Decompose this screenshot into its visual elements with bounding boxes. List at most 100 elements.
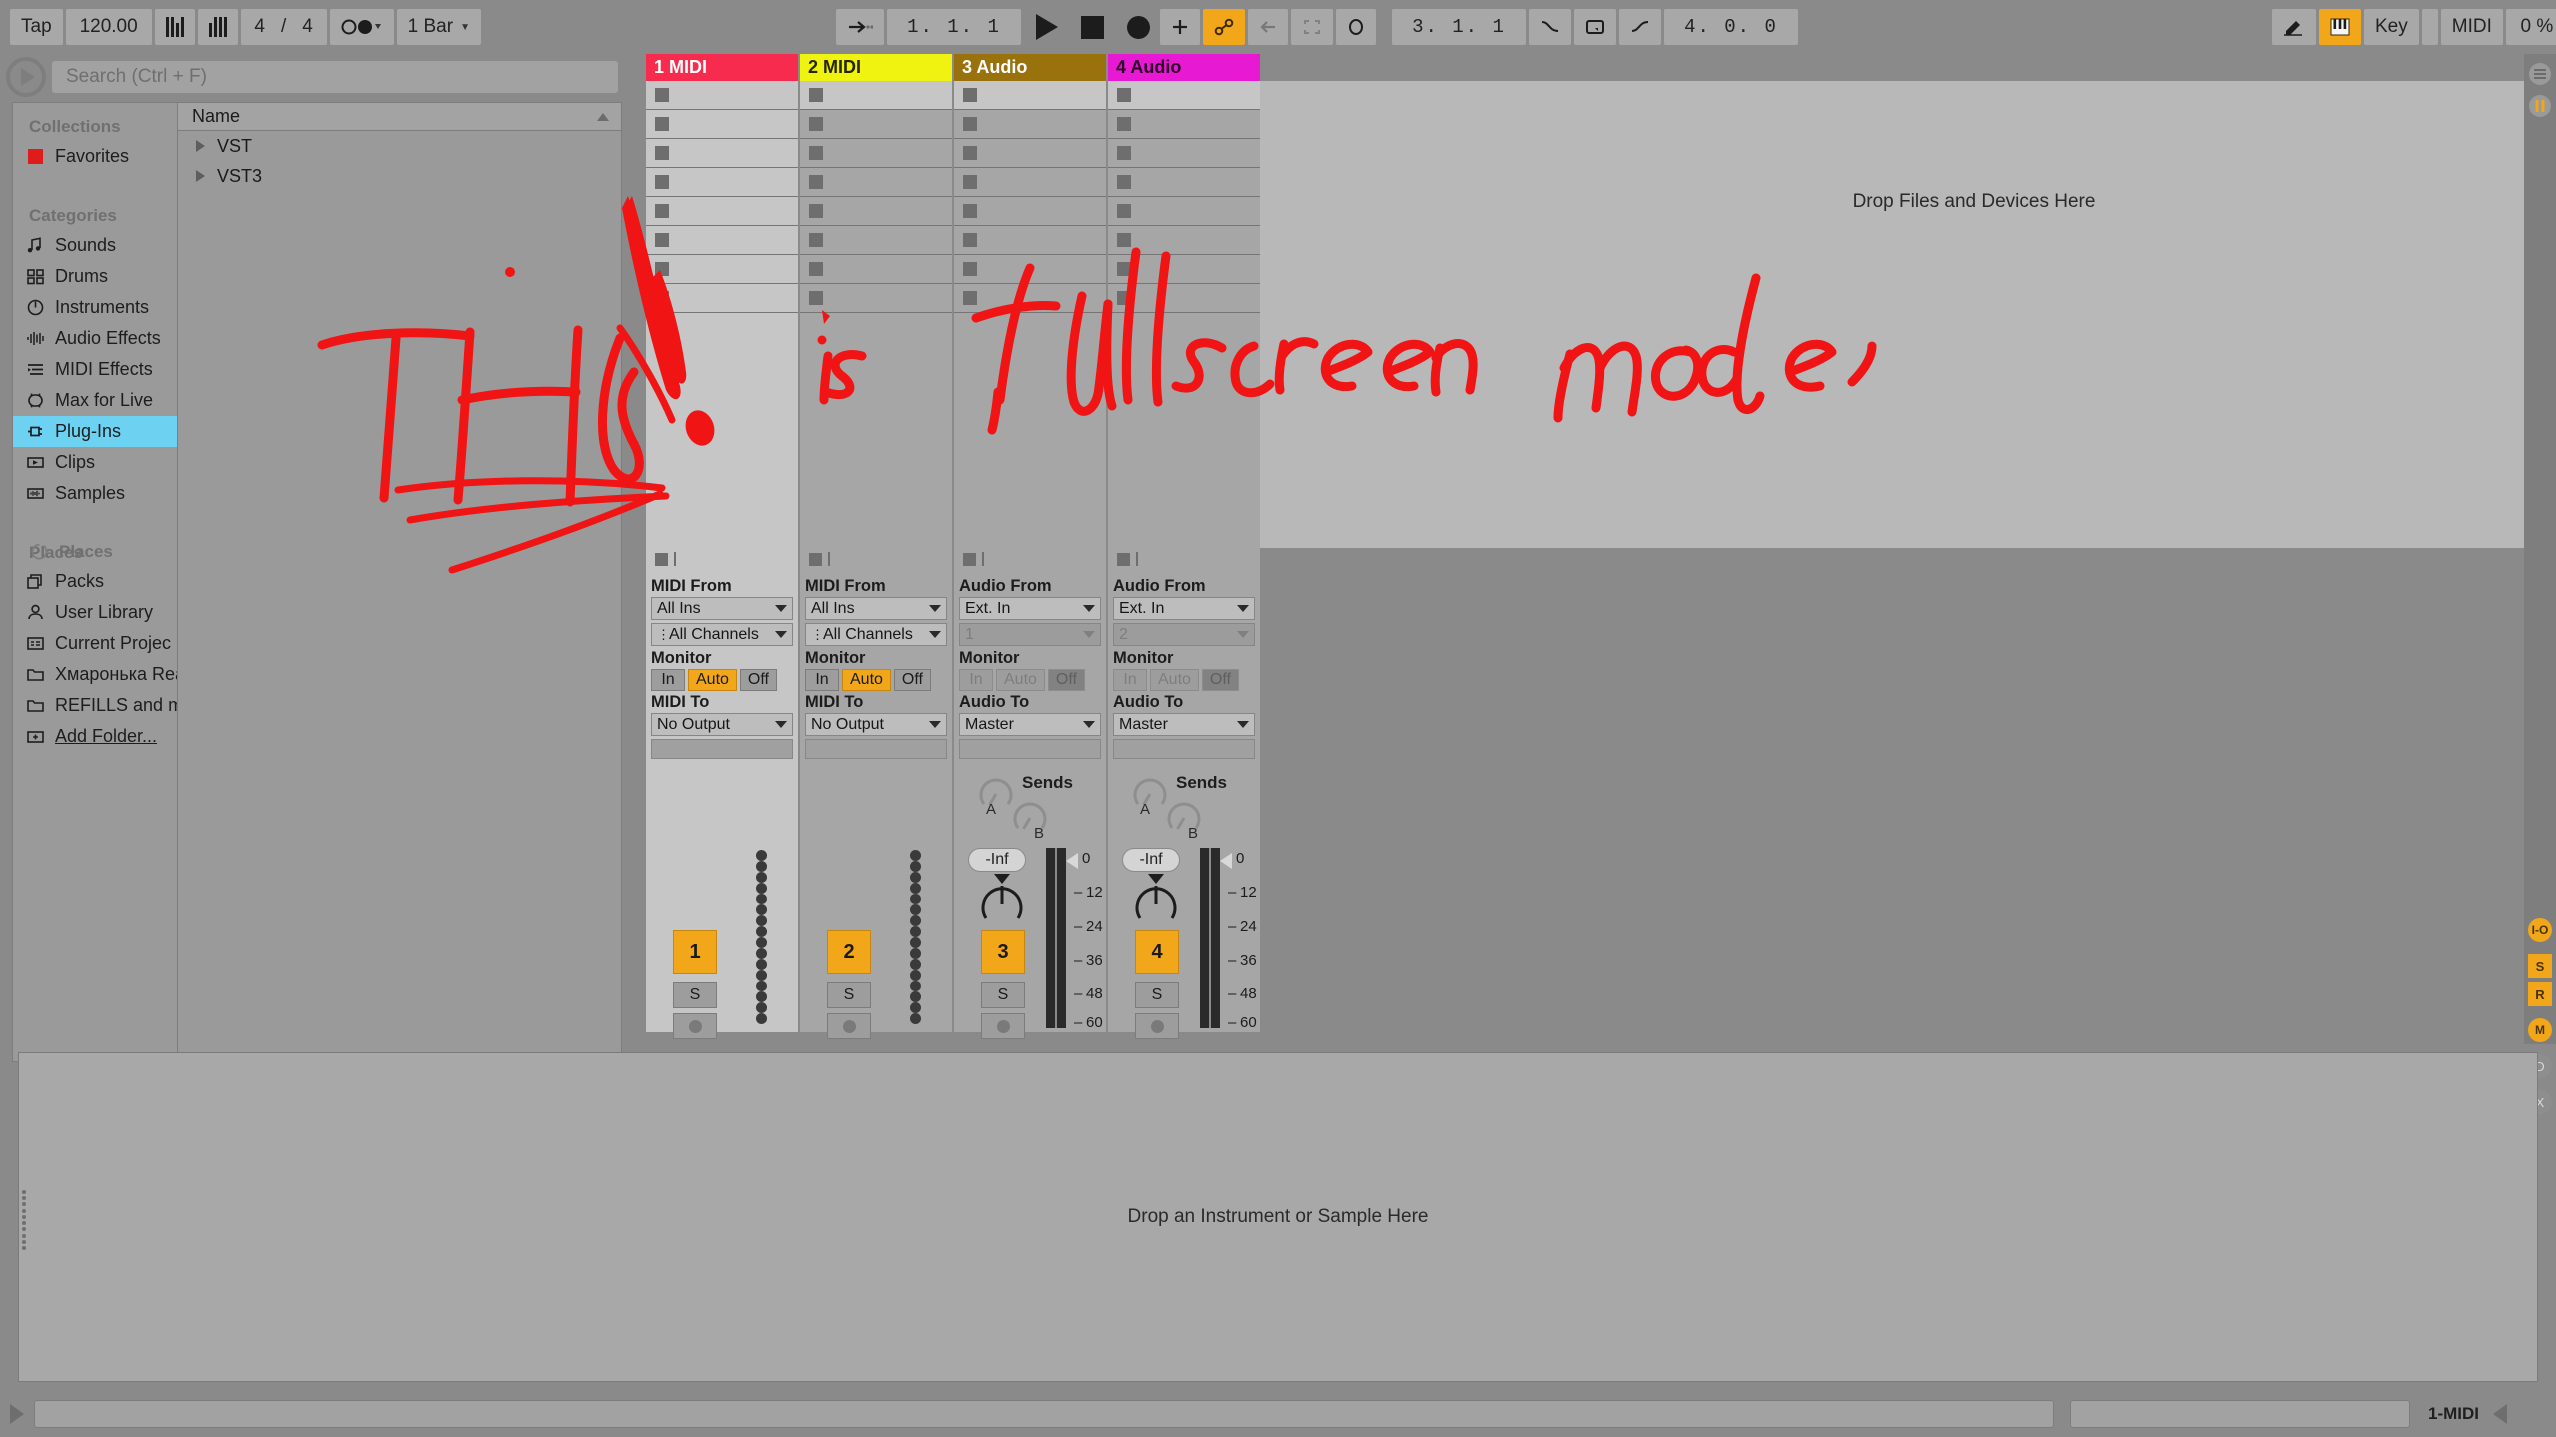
monitor-auto-button[interactable]: Auto <box>688 669 737 691</box>
sends-toggle-icon[interactable]: S <box>2528 954 2552 978</box>
monitor-in-button[interactable]: In <box>651 669 685 691</box>
clip-slot[interactable] <box>1108 81 1260 110</box>
fade-up-icon[interactable] <box>1619 9 1661 45</box>
sidebar-item-samples[interactable]: Samples <box>13 478 177 509</box>
time-signature[interactable]: 4 / 4 <box>240 9 327 45</box>
arm-button-2[interactable] <box>827 1013 871 1039</box>
sidebar-item-audio-effects[interactable]: Audio Effects <box>13 323 177 354</box>
audio-to-sub-select[interactable] <box>1113 739 1255 759</box>
sidebar-item-max-for-live[interactable]: Max for Live <box>13 385 177 416</box>
clip-slot[interactable] <box>954 139 1106 168</box>
pencil-icon[interactable] <box>2272 9 2316 45</box>
clip-slot[interactable] <box>646 168 798 197</box>
link-icon[interactable] <box>1203 9 1245 45</box>
tempo-field[interactable]: 120.00 <box>65 9 152 45</box>
expand-arrow-icon[interactable] <box>10 1403 24 1424</box>
key-map-button[interactable]: Key <box>2364 9 2419 45</box>
arrangement-position-field[interactable]: 1. 1. 1 <box>887 9 1021 45</box>
monitor-off-button[interactable]: Off <box>739 669 777 691</box>
monitor-auto-button[interactable]: Auto <box>842 669 891 691</box>
audio-from-select[interactable]: Ext. In <box>1113 597 1255 620</box>
metronome-icon[interactable] <box>154 9 195 45</box>
stop-clips-bar[interactable] <box>954 545 1106 573</box>
sidebar-item-sounds[interactable]: Sounds <box>13 230 177 261</box>
search-input[interactable]: Search (Ctrl + F) <box>52 61 618 93</box>
metronome-bars-icon[interactable] <box>197 9 238 45</box>
expand-triangle-icon[interactable] <box>196 140 205 152</box>
audio-to-select[interactable]: Master <box>959 713 1101 736</box>
arm-button-4[interactable] <box>1135 1013 1179 1039</box>
expand-triangle-icon[interactable] <box>196 170 205 182</box>
loop-start-field[interactable]: 3. 1. 1 <box>1392 9 1526 45</box>
audio-to-select[interactable]: Master <box>1113 713 1255 736</box>
meter-view-icon[interactable] <box>2528 94 2552 118</box>
midi-map-button[interactable]: MIDI <box>2440 9 2503 45</box>
sidebar-item-favorites[interactable]: Favorites <box>13 141 177 172</box>
clip-slot[interactable] <box>800 110 952 139</box>
clip-slot[interactable] <box>646 255 798 284</box>
sidebar-item-midi-effects[interactable]: MIDI Effects <box>13 354 177 385</box>
clip-slot[interactable] <box>954 168 1106 197</box>
pan-knob-4[interactable] <box>1130 874 1182 931</box>
plus-icon[interactable] <box>1160 9 1200 45</box>
track-activator-2[interactable]: 2 <box>827 930 871 974</box>
solo-button-2[interactable]: S <box>827 982 871 1008</box>
clip-slot[interactable] <box>646 81 798 110</box>
send-knob-b[interactable]: B <box>1010 798 1050 842</box>
midi-to-select[interactable]: No Output <box>805 713 947 736</box>
track-name-1[interactable]: 1 MIDI <box>646 54 798 81</box>
detail-view-resize-handle[interactable] <box>22 1190 30 1250</box>
volume-value-3[interactable]: -Inf <box>968 848 1026 872</box>
track-activator-3[interactable]: 3 <box>981 930 1025 974</box>
monitor-off-button[interactable]: Off <box>1201 669 1239 691</box>
sidebar-item-folder-2[interactable]: REFILLS and mi <box>13 690 177 721</box>
clip-slot[interactable] <box>646 197 798 226</box>
stop-clips-bar[interactable] <box>800 545 952 573</box>
track-activator-4[interactable]: 4 <box>1135 930 1179 974</box>
sidebar-item-current-project[interactable]: Current Projec <box>13 628 177 659</box>
clip-slot[interactable] <box>1108 284 1260 313</box>
pan-knob-3[interactable] <box>976 874 1028 931</box>
clip-slot[interactable] <box>1108 226 1260 255</box>
returns-toggle-icon[interactable]: R <box>2528 982 2552 1006</box>
monitor-in-button[interactable]: In <box>959 669 993 691</box>
midi-to-sub-select[interactable] <box>651 739 793 759</box>
clip-slot[interactable] <box>1108 255 1260 284</box>
clip-slot[interactable] <box>800 168 952 197</box>
sidebar-item-plug-ins[interactable]: Plug-Ins <box>13 416 177 447</box>
quantization-dropdown[interactable]: 1 Bar ▼ <box>396 9 481 45</box>
list-view-icon[interactable] <box>2528 62 2552 86</box>
sidebar-item-add-folder[interactable]: Add Folder... <box>13 721 177 752</box>
browser-column-header[interactable]: Name <box>178 103 621 131</box>
clip-slot[interactable] <box>800 226 952 255</box>
clip-slot[interactable] <box>646 110 798 139</box>
clip-slot[interactable] <box>954 81 1106 110</box>
clip-slot[interactable] <box>1108 197 1260 226</box>
sidebar-item-instruments[interactable]: Instruments <box>13 292 177 323</box>
back-arrow-icon[interactable] <box>1248 9 1288 45</box>
arm-button-3[interactable] <box>981 1013 1025 1039</box>
solo-button-3[interactable]: S <box>981 982 1025 1008</box>
clip-slot[interactable] <box>1108 139 1260 168</box>
track-name-4[interactable]: 4 Audio <box>1108 54 1260 81</box>
drop-files-area[interactable]: Drop Files and Devices Here <box>1258 81 2556 548</box>
solo-button-4[interactable]: S <box>1135 982 1179 1008</box>
browser-tree-item-vst[interactable]: VST <box>178 131 621 161</box>
stop-clips-bar[interactable] <box>1108 545 1260 573</box>
detail-view-drop-area[interactable]: Drop an Instrument or Sample Here <box>18 1052 2538 1382</box>
loop-brackets-icon[interactable] <box>1291 9 1333 45</box>
clip-slot[interactable] <box>800 139 952 168</box>
mixer-toggle-icon[interactable]: M <box>2528 1018 2552 1042</box>
live-logo-icon[interactable] <box>6 57 46 97</box>
midi-channel-select[interactable]: ⋮ All Channels <box>805 623 947 646</box>
collapse-arrow-icon[interactable] <box>2493 1403 2507 1424</box>
fade-down-icon[interactable] <box>1529 9 1571 45</box>
stop-clips-bar[interactable] <box>646 545 798 573</box>
solo-button-1[interactable]: S <box>673 982 717 1008</box>
sidebar-item-folder-1[interactable]: Хмаронька Rea <box>13 659 177 690</box>
sidebar-item-user-library[interactable]: User Library <box>13 597 177 628</box>
monitor-in-button[interactable]: In <box>1113 669 1147 691</box>
io-toggle-icon[interactable]: I-O <box>2528 918 2552 942</box>
stop-button[interactable] <box>1073 9 1112 45</box>
punch-in-icon[interactable] <box>836 9 884 45</box>
